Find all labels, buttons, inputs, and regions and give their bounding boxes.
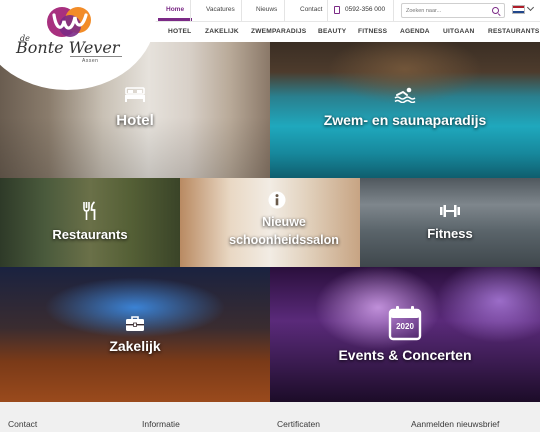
tile-schoonheidssalon-label-line2: schoonheidssalon — [229, 233, 339, 247]
tile-schoonheidssalon-label-line1: Nieuwe — [262, 215, 306, 229]
top-bar-divider — [284, 0, 285, 21]
tile-fitness[interactable]: Fitness — [360, 178, 540, 267]
search-icon[interactable] — [492, 7, 499, 14]
tile-events-label: Events & Concerten — [338, 347, 472, 363]
tile-zwemparadijs[interactable]: Zwem- en saunaparadijs — [270, 42, 540, 178]
calendar-icon: 2020 — [388, 305, 422, 341]
info-icon — [268, 191, 286, 209]
briefcase-icon — [126, 316, 144, 331]
nav-agenda[interactable]: AGENDA — [400, 28, 430, 35]
tile-schoonheidssalon[interactable]: Nieuwe schoonheidssalon — [180, 178, 360, 267]
bed-icon — [125, 87, 145, 102]
top-bar-divider — [393, 0, 394, 21]
logo-name: Bonte Wever — [16, 38, 120, 57]
dumbbell-icon — [440, 205, 460, 217]
search-box — [401, 3, 505, 18]
nav-beauty[interactable]: BEAUTY — [318, 28, 346, 35]
tile-hotel-label: Hotel — [116, 112, 154, 129]
tile-fitness-label: Fitness — [427, 226, 473, 241]
toplink-vacatures[interactable]: Vacatures — [206, 6, 235, 13]
nav-hotel[interactable]: HOTEL — [168, 28, 191, 35]
nav-uitgaan[interactable]: UITGAAN — [443, 28, 474, 35]
dutch-flag-icon[interactable] — [512, 5, 525, 14]
logo-mark-icon — [47, 7, 91, 37]
tile-restaurants[interactable]: Restaurants — [0, 178, 180, 267]
cutlery-icon — [83, 201, 96, 220]
logo-divider — [70, 56, 122, 57]
footer-newsletter-heading: Aanmelden nieuwsbrief — [411, 419, 500, 429]
phone-icon — [334, 6, 340, 14]
tile-zakelijk[interactable]: Zakelijk — [0, 267, 270, 402]
chevron-down-icon[interactable] — [526, 3, 535, 12]
search-input[interactable] — [406, 5, 488, 16]
top-bar-divider — [327, 0, 328, 21]
phone-number[interactable]: 0592-356 000 — [345, 6, 385, 13]
logo-city: Assen — [82, 58, 99, 64]
nav-zwemparadijs[interactable]: ZWEMPARADIJS — [251, 28, 306, 35]
toplink-home[interactable]: Home — [157, 6, 193, 21]
tile-events[interactable]: 2020 Events & Concerten — [270, 267, 540, 402]
nav-restaurants[interactable]: RESTAURANTS — [488, 28, 540, 35]
nav-zakelijk[interactable]: ZAKELIJK — [205, 28, 239, 35]
footer: Contact Informatie Certificaten Aanmelde… — [0, 402, 540, 432]
toplink-contact[interactable]: Contact — [300, 6, 322, 13]
nav-fitness[interactable]: FITNESS — [358, 28, 387, 35]
toplink-nieuws[interactable]: Nieuws — [256, 6, 277, 13]
calendar-year: 2020 — [396, 322, 414, 331]
tile-zwemparadijs-label: Zwem- en saunaparadijs — [323, 112, 487, 128]
logo[interactable]: de Bonte Wever Assen — [0, 0, 150, 72]
footer-informatie-heading: Informatie — [142, 419, 180, 429]
footer-certificaten-heading: Certificaten — [277, 419, 320, 429]
footer-contact-heading: Contact — [8, 419, 38, 429]
tile-zakelijk-label: Zakelijk — [109, 338, 161, 354]
swimming-icon — [394, 87, 416, 103]
top-bar-divider — [241, 0, 242, 21]
tile-restaurants-label: Restaurants — [52, 227, 128, 242]
top-bar-divider — [190, 0, 191, 21]
